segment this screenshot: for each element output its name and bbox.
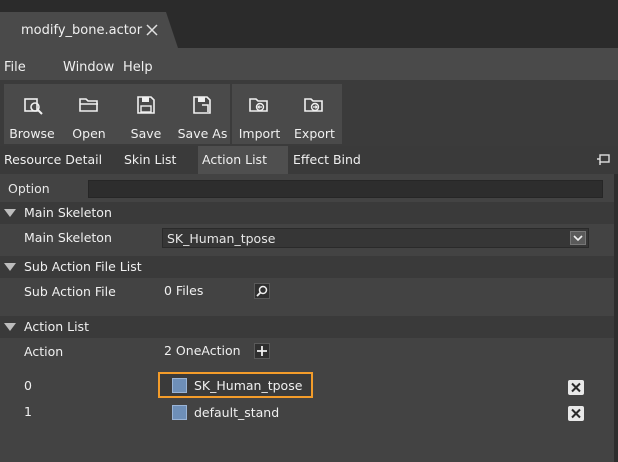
menu-help[interactable]: Help — [123, 60, 153, 75]
section-action-list[interactable]: Action List — [0, 316, 614, 338]
action-item-0[interactable]: SK_Human_tpose — [158, 372, 313, 398]
sub-action-file-count: 0 Files — [164, 283, 204, 298]
menu-window[interactable]: Window — [63, 60, 114, 75]
import-icon — [249, 98, 268, 112]
action-count: 2 OneAction — [164, 343, 241, 358]
tab-action-list[interactable]: Action List — [198, 146, 288, 174]
delete-action-0-button[interactable] — [568, 380, 584, 395]
sub-action-file-label: Sub Action File — [24, 284, 116, 299]
export-label: Export — [294, 126, 335, 141]
section-sub-action-file-list[interactable]: Sub Action File List — [0, 256, 614, 278]
main-skeleton-value: SK_Human_tpose — [167, 231, 276, 246]
action-label: Action — [24, 344, 64, 359]
main-skeleton-label: Main Skeleton — [24, 230, 112, 245]
section-main-skeleton[interactable]: Main Skeleton — [0, 202, 614, 224]
section-sub-action-label: Sub Action File List — [24, 259, 142, 274]
close-icon — [571, 382, 581, 393]
action-name-1: default_stand — [194, 405, 280, 420]
scrollbar[interactable] — [614, 174, 618, 462]
browse-icon — [24, 98, 43, 115]
export-icon — [304, 98, 323, 112]
save-as-label: Save As — [177, 126, 228, 141]
pin-icon[interactable] — [596, 153, 610, 167]
plus-icon — [257, 346, 267, 356]
save-button[interactable]: Save — [118, 84, 174, 144]
import-button[interactable]: Import — [232, 84, 287, 144]
toolbar-group-file: Browse Open Save Save As — [4, 84, 230, 144]
option-label: Option — [8, 181, 50, 196]
browse-button[interactable]: Browse — [4, 84, 60, 144]
save-as-icon — [193, 96, 211, 114]
collapse-triangle-icon[interactable] — [4, 323, 16, 331]
dropdown-arrow-icon[interactable] — [570, 231, 586, 245]
action-clip-icon — [172, 378, 187, 393]
delete-action-1-button[interactable] — [568, 406, 584, 421]
export-button[interactable]: Export — [287, 84, 342, 144]
action-name-0: SK_Human_tpose — [194, 378, 303, 393]
document-tab-title: modify_bone.actor — [21, 23, 143, 38]
open-label: Open — [72, 126, 106, 141]
main-skeleton-select[interactable]: SK_Human_tpose — [162, 228, 589, 248]
tab-resource-detail[interactable]: Resource Detail — [0, 146, 116, 174]
menu-file[interactable]: File — [4, 60, 26, 75]
toolbar: Browse Open Save Save As Import Export — [0, 80, 618, 146]
document-tab-bar: modify_bone.actor — [0, 0, 618, 48]
save-icon — [137, 96, 155, 114]
option-field[interactable] — [88, 180, 603, 198]
search-icon — [256, 285, 268, 297]
option-row: Option — [0, 177, 614, 201]
document-tab[interactable]: modify_bone.actor — [0, 12, 178, 48]
close-icon — [571, 408, 581, 419]
section-action-list-label: Action List — [24, 319, 89, 334]
section-main-skeleton-label: Main Skeleton — [24, 205, 112, 220]
import-label: Import — [238, 126, 281, 141]
tab-effect-bind[interactable]: Effect Bind — [289, 146, 369, 174]
collapse-triangle-icon[interactable] — [4, 263, 16, 271]
action-item-1[interactable]: default_stand — [160, 400, 310, 426]
collapse-triangle-icon[interactable] — [4, 209, 16, 217]
tab-skin-list[interactable]: Skin List — [120, 146, 196, 174]
action-index-0: 0 — [24, 378, 32, 393]
open-button[interactable]: Open — [61, 84, 117, 144]
browse-sub-action-button[interactable] — [254, 283, 270, 299]
menu-bar: File Window Help — [0, 48, 618, 80]
toolbar-group-transfer: Import Export — [232, 84, 342, 144]
action-clip-icon — [172, 405, 187, 420]
folder-open-icon — [79, 98, 98, 112]
browse-label: Browse — [9, 126, 55, 141]
property-panel: Option Main Skeleton Main Skeleton SK_Hu… — [0, 174, 614, 462]
save-as-button[interactable]: Save As — [175, 84, 230, 144]
save-label: Save — [130, 126, 162, 141]
panel-tab-bar: Resource Detail Skin List Action List Ef… — [0, 146, 618, 174]
add-action-button[interactable] — [254, 343, 270, 359]
close-icon[interactable] — [145, 23, 159, 37]
action-index-1: 1 — [24, 404, 32, 419]
